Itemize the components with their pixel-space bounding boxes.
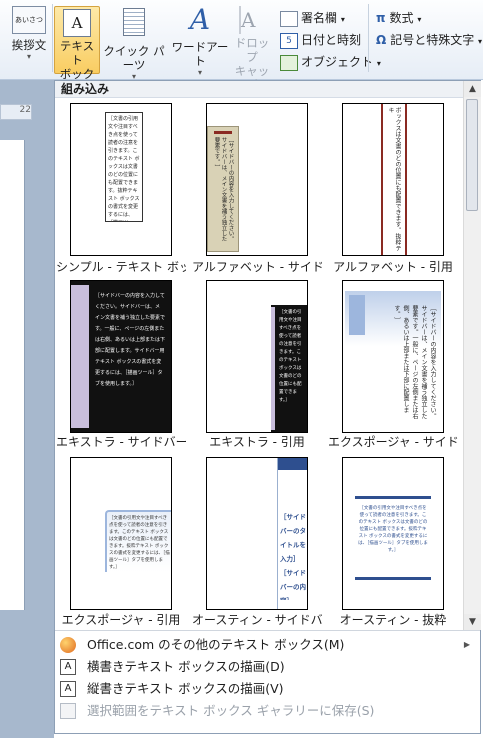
chevron-right-icon: ▶ (463, 640, 470, 649)
gallery-item-austin-sidebar[interactable]: ［サイドバーのタイトルを入力］［サイドバーの内容］ (206, 457, 308, 610)
extra-quote-sample: ［文書の引用文や注目すべき点を使って読者の注意を引きます。このテキスト ボックス… (271, 305, 307, 432)
vertical-textbox-icon: A (60, 681, 76, 697)
omega-icon: Ω (376, 33, 387, 47)
gallery-caption: アルファベット - サイドバー (192, 260, 322, 274)
textbox-icon: A (63, 9, 91, 37)
horizontal-textbox-icon: A (60, 659, 76, 675)
exposure-quote-sample: ［文書の引用文や注目すべき点を使って読者の注意を引きます。このテキスト ボックス… (105, 510, 171, 572)
dropcap-button[interactable]: A ドロップ キャップ▾ (230, 4, 274, 105)
object-button[interactable]: オブジェクト ▾ (280, 52, 381, 72)
calendar-icon: 5 (280, 32, 298, 49)
gallery-caption: エキストラ - サイドバー (56, 435, 186, 449)
gallery-item-extra-quote[interactable]: ［文書の引用文や注目すべき点を使って読者の注意を引きます。このテキスト ボックス… (206, 280, 308, 433)
more-textboxes-menu-item[interactable]: Office.com のその他のテキスト ボックス(M) ▶ (55, 634, 480, 656)
ribbon-insert-text-group: あいさつ 挨拶文 ▾ A テキスト ボックス▾ クイック パーツ ▾ A ワード… (0, 0, 483, 108)
document-page (0, 140, 25, 610)
dropcap-icon: A (239, 6, 265, 34)
pi-icon: π (376, 11, 386, 25)
gallery-item-alphabet-quote[interactable]: ボックスは文書のどの位置にも配置できます。抜粋テキ (342, 103, 444, 256)
signature-button[interactable]: 署名欄 ▾ (280, 8, 345, 28)
greeting-icon: あいさつ (12, 6, 46, 34)
gallery-section-header: 組み込み (55, 81, 463, 98)
greeting-label: 挨拶文 (11, 38, 47, 52)
wordart-icon: A (189, 3, 211, 36)
alphabet-accent-bar (214, 131, 232, 134)
quickparts-icon (123, 8, 145, 36)
gallery-item-simple[interactable]: ［文書の引用文や注目すべき点を使って読者の注意を引きます。このテキスト ボックス… (70, 103, 172, 256)
alphabet-sidebar-sample: ［サイドバーの内容を入力してください。サイドバーは、メイン文書を補う独立した要素… (207, 126, 239, 252)
office-globe-icon (60, 637, 76, 653)
simple-textbox-sample: ［文書の引用文や注目すべき点を使って読者の注意を引きます。このテキスト ボックス… (105, 112, 143, 222)
chevron-down-icon: ▾ (376, 59, 381, 68)
gallery-caption: オースティン - サイドバー (192, 613, 322, 627)
scroll-down-icon[interactable]: ▼ (464, 614, 481, 630)
gallery-caption: アルファベット - 引用 (333, 260, 453, 274)
chevron-down-icon: ▾ (26, 52, 31, 61)
gallery-caption: エクスポージャ - サイドバー (328, 435, 458, 449)
wordart-label: ワードアート (171, 40, 229, 68)
gallery-scrollbar[interactable]: ▲ ▼ (463, 81, 481, 630)
scroll-up-icon[interactable]: ▲ (464, 81, 481, 97)
save-gallery-icon (60, 703, 76, 719)
dropcap-label-line1: ドロップ (234, 36, 270, 64)
draw-horizontal-textbox-menu-item[interactable]: A 横書きテキスト ボックスの描画(D) (55, 656, 480, 678)
extra-sidebar-accent (71, 285, 89, 428)
textbox-button[interactable]: A テキスト ボックス▾ (54, 6, 100, 108)
object-icon (280, 54, 298, 71)
extra-quote-accent (271, 307, 275, 430)
gallery-item-alphabet-sidebar[interactable]: ［サイドバーの内容を入力してください。サイドバーは、メイン文書を補う独立した要素… (206, 103, 308, 256)
datetime-button[interactable]: 5 日付と時刻 (280, 30, 361, 50)
exposure-sidebar-frame (349, 295, 365, 335)
ruler: 22 (0, 104, 32, 120)
quickparts-label: クイック パーツ (103, 44, 165, 72)
wordart-button[interactable]: A ワードアート ▾ (170, 3, 230, 78)
austin-pullquote-sample: ［文書の引用文や注目すべき点を使って読者の注意を引きます。このテキスト ボックス… (355, 496, 431, 580)
gallery-item-exposure-quote[interactable]: ［文書の引用文や注目すべき点を使って読者の注意を引きます。このテキスト ボックス… (70, 457, 172, 610)
quickparts-button[interactable]: クイック パーツ ▾ (100, 4, 168, 81)
exposure-sidebar-sample: ［サイドバーの内容を入力してください。サイドバーは、メイン文書を補う独立した要素… (345, 291, 441, 429)
chevron-down-icon: ▾ (197, 68, 202, 77)
menu-separator (55, 630, 480, 631)
gallery-item-extra-sidebar[interactable]: ［サイドバーの内容を入力してください。サイドバーは、メイン文書を補う独立した要素… (70, 280, 172, 433)
save-selection-to-gallery-menu-item[interactable]: 選択範囲をテキスト ボックス ギャラリーに保存(S) (55, 700, 480, 722)
alphabet-quote-sample: ボックスは文書のどの位置にも配置できます。抜粋テキ (381, 104, 407, 255)
gallery-caption: オースティン - 抜粋 (339, 613, 447, 627)
austin-header-bar (278, 458, 307, 470)
extra-sidebar-sample: ［サイドバーの内容を入力してください。サイドバーは、メイン文書を補う独立した要素… (71, 281, 171, 432)
chevron-down-icon: ▾ (417, 15, 422, 24)
chevron-down-icon: ▾ (478, 37, 483, 46)
scroll-thumb[interactable] (466, 99, 478, 211)
textbox-label-line1: テキスト (59, 39, 95, 67)
gallery-caption: エクスポージャ - 引用 (61, 613, 181, 627)
symbol-button[interactable]: Ω 記号と特殊文字 ▾ (376, 30, 482, 50)
draw-vertical-textbox-menu-item[interactable]: A 縦書きテキスト ボックスの描画(V) (55, 678, 480, 700)
signature-icon (280, 10, 298, 27)
gallery-caption: シンプル - テキスト ボックス (56, 260, 186, 274)
gallery-item-austin-pullquote[interactable]: ［文書の引用文や注目すべき点を使って読者の注意を引きます。このテキスト ボックス… (342, 457, 444, 610)
gallery-item-exposure-sidebar[interactable]: ［サイドバーの内容を入力してください。サイドバーは、メイン文書を補う独立した要素… (342, 280, 444, 433)
equation-button[interactable]: π 数式 ▾ (376, 8, 421, 28)
chevron-down-icon: ▾ (340, 15, 345, 24)
gallery-caption: エキストラ - 引用 (209, 435, 305, 449)
greeting-button[interactable]: あいさつ 挨拶文 ▾ (8, 4, 50, 72)
austin-sidebar-sample: ［サイドバーのタイトルを入力］［サイドバーの内容］ (277, 458, 307, 609)
